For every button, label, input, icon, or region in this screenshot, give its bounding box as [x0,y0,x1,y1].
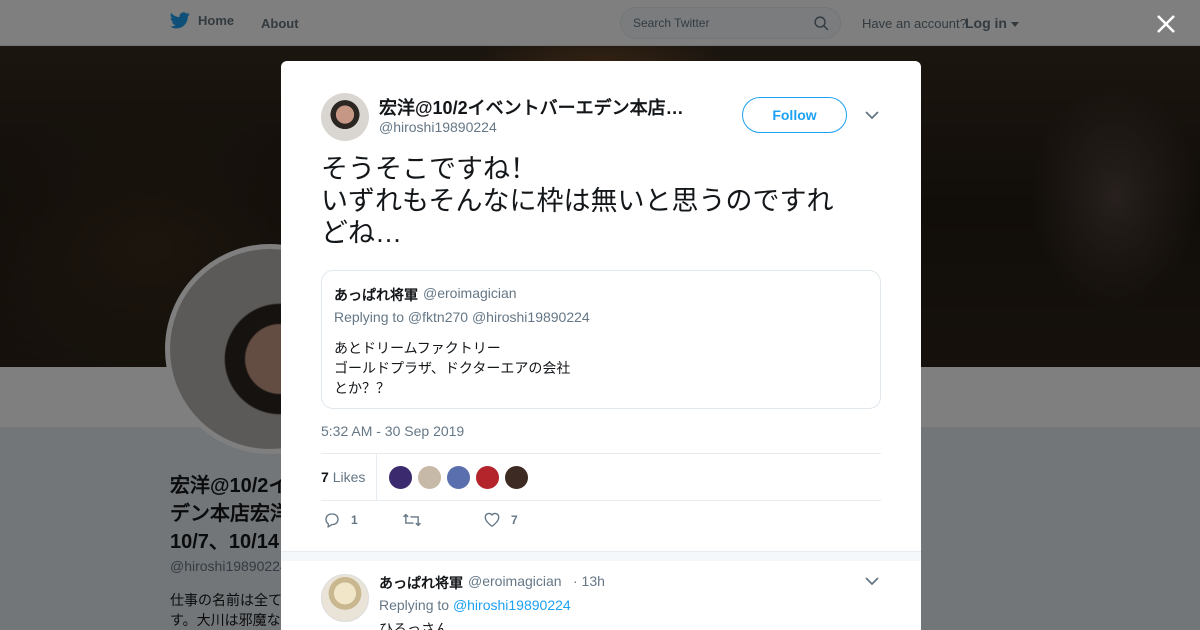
quoted-tweet[interactable]: あっぱれ将軍 @eroimagician Replying to @fktn27… [321,270,881,409]
close-icon[interactable] [1152,10,1180,38]
tweet-timestamp[interactable]: 5:32 AM - 30 Sep 2019 [321,423,464,439]
retweet-button[interactable] [402,511,432,529]
tweet-text-line1: そうそこですね！ [321,154,537,184]
tweet-modal: 宏洋@10/2イベントバーエデン本店… @hiroshi19890224 Fol… [281,61,921,630]
quoted-text-line3: とか？？ [334,380,390,396]
chevron-down-icon[interactable] [864,573,880,589]
liker-avatar[interactable] [417,465,442,490]
reply-time[interactable]: · 13h [573,573,605,589]
tweet-text: そうそこですね！ いずれもそんなに枠は無いと思うのですれ どね… [321,153,881,249]
reply-replying-to: Replying to @hiroshi19890224 [379,597,571,613]
reply-count: 1 [351,513,358,527]
like-count: 7 [511,512,518,527]
reply-text: ひろっさん [379,621,449,630]
reply-author-name[interactable]: あっぱれ将軍 [379,573,463,593]
replying-handle-link[interactable]: @hiroshi19890224 [453,597,571,613]
replying-prefix: Replying to [379,597,450,613]
liker-avatar[interactable] [504,465,529,490]
follow-button[interactable]: Follow [742,97,847,133]
heart-icon [484,512,500,528]
tweet-actions: 1 7 [321,511,881,533]
replies-divider [281,551,921,561]
reply-icon [325,513,339,528]
chevron-down-icon[interactable] [864,107,880,123]
quoted-text-line1: あとドリームファクトリー [334,340,501,356]
author-avatar[interactable] [321,93,369,141]
like-button[interactable]: 7 [483,511,518,528]
quoted-text-line2: ゴールドプラザ、ドクターエアの会社 [334,360,571,376]
reply-author-avatar[interactable] [321,574,369,622]
likes-divider [376,454,377,500]
likes-count[interactable]: 7 Likes [321,469,365,485]
quoted-author-name: あっぱれ将軍 [334,287,418,303]
likes-label: Likes [332,469,366,485]
quoted-author-handle: @eroimagician [423,285,517,301]
likes-number: 7 [321,469,329,485]
liker-avatar[interactable] [388,465,413,490]
tweet-text-line2: いずれもそんなに枠は無いと思うのですれ [321,186,834,216]
likes-bar: 7 Likes [321,453,881,501]
reply-author-handle[interactable]: @eroimagician [468,573,562,589]
liker-avatar[interactable] [475,465,500,490]
author-handle[interactable]: @hiroshi19890224 [379,119,497,135]
quoted-replying-to: Replying to @fktn270 @hiroshi19890224 [334,309,590,325]
retweet-icon [403,513,421,527]
reply-button[interactable]: 1 [323,511,358,529]
tweet-text-line3: どね… [321,218,402,248]
author-name[interactable]: 宏洋@10/2イベントバーエデン本店… [379,94,699,120]
liker-avatar[interactable] [446,465,471,490]
